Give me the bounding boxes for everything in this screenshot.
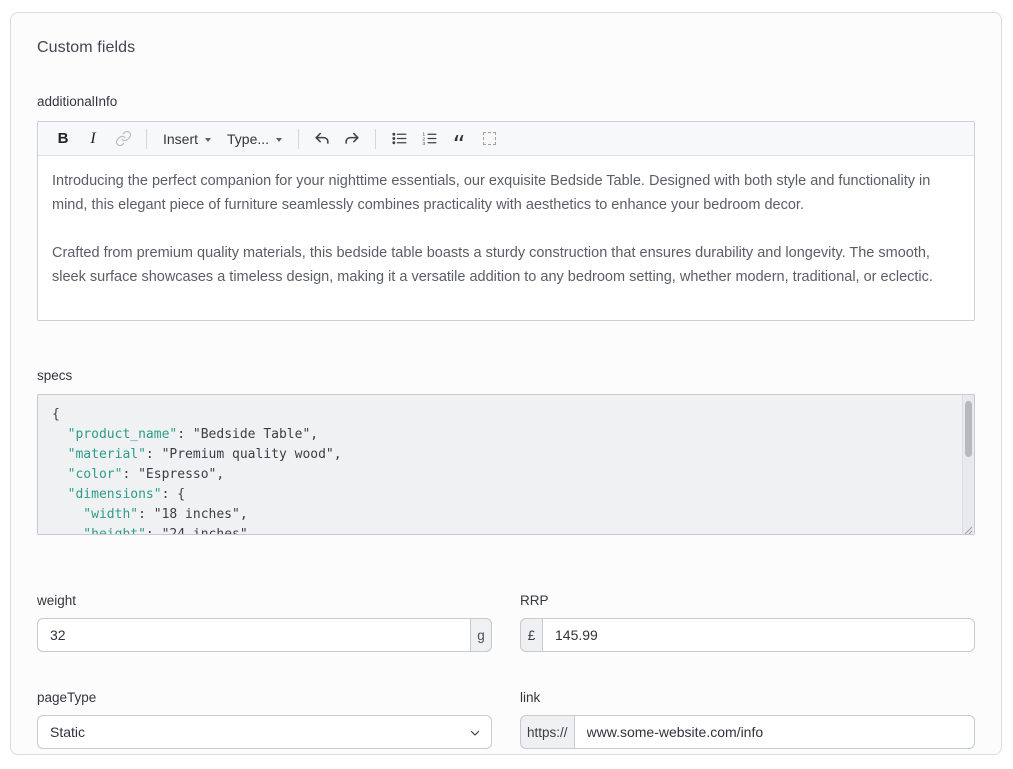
- scrollbar-thumb[interactable]: [965, 401, 972, 457]
- rte-content[interactable]: Introducing the perfect companion for yo…: [38, 156, 974, 320]
- chevron-down-icon: [205, 138, 211, 142]
- weight-input-group: g: [37, 618, 492, 652]
- code-line: "height": "24 inches",: [52, 525, 948, 535]
- anchor-frame-icon[interactable]: [477, 127, 501, 151]
- italic-button[interactable]: I: [81, 127, 105, 151]
- page-type-label: pageType: [37, 690, 492, 705]
- rrp-input[interactable]: [542, 618, 975, 652]
- link-icon[interactable]: [111, 127, 135, 151]
- link-input-group: https://: [520, 715, 975, 749]
- toolbar-divider: [146, 129, 147, 149]
- scrollbar-track[interactable]: [962, 395, 974, 534]
- svg-text:3: 3: [422, 141, 425, 147]
- insert-dropdown-label: Insert: [163, 131, 198, 147]
- toolbar-divider: [375, 129, 376, 149]
- additional-info-label: additionalInfo: [37, 94, 975, 109]
- chevron-down-icon: [276, 138, 282, 142]
- description-paragraph: Crafted from premium quality materials, …: [52, 241, 960, 289]
- rrp-label: RRP: [520, 593, 975, 608]
- ordered-list-icon[interactable]: 123: [417, 127, 441, 151]
- code-line: "product_name": "Bedside Table",: [52, 425, 948, 445]
- resize-handle-icon[interactable]: [962, 522, 973, 533]
- code-line: {: [52, 405, 948, 425]
- code-line: "width": "18 inches",: [52, 505, 948, 525]
- code-line: "material": "Premium quality wood",: [52, 445, 948, 465]
- specs-label: specs: [37, 368, 975, 383]
- specs-code-editor[interactable]: { "product_name": "Bedside Table", "mate…: [37, 394, 975, 535]
- rte-toolbar: B I Insert Type...: [38, 122, 974, 156]
- link-label: link: [520, 690, 975, 705]
- page-type-select-wrap: Static: [37, 715, 492, 749]
- rrp-input-group: £: [520, 618, 975, 652]
- description-paragraph: Introducing the perfect companion for yo…: [52, 169, 960, 217]
- rich-text-editor: B I Insert Type...: [37, 121, 975, 321]
- weight-unit-addon: g: [470, 618, 492, 652]
- code-line: "color": "Espresso",: [52, 465, 948, 485]
- currency-addon: £: [520, 618, 542, 652]
- page-title: Custom fields: [37, 39, 975, 57]
- insert-dropdown[interactable]: Insert: [163, 131, 211, 147]
- weight-input[interactable]: [37, 618, 492, 652]
- blockquote-icon[interactable]: “: [447, 127, 471, 151]
- type-dropdown[interactable]: Type...: [227, 131, 282, 147]
- type-dropdown-label: Type...: [227, 131, 269, 147]
- weight-label: weight: [37, 593, 492, 608]
- redo-icon[interactable]: [340, 127, 364, 151]
- code-line: "dimensions": {: [52, 485, 948, 505]
- bold-button[interactable]: B: [51, 127, 75, 151]
- custom-fields-card: Custom fields additionalInfo B I Insert …: [10, 12, 1002, 755]
- undo-icon[interactable]: [310, 127, 334, 151]
- link-input[interactable]: [574, 715, 975, 749]
- bullet-list-icon[interactable]: [387, 127, 411, 151]
- toolbar-divider: [298, 129, 299, 149]
- page-type-select[interactable]: Static: [37, 715, 492, 749]
- dashed-square-icon: [483, 132, 496, 145]
- protocol-addon: https://: [520, 715, 574, 749]
